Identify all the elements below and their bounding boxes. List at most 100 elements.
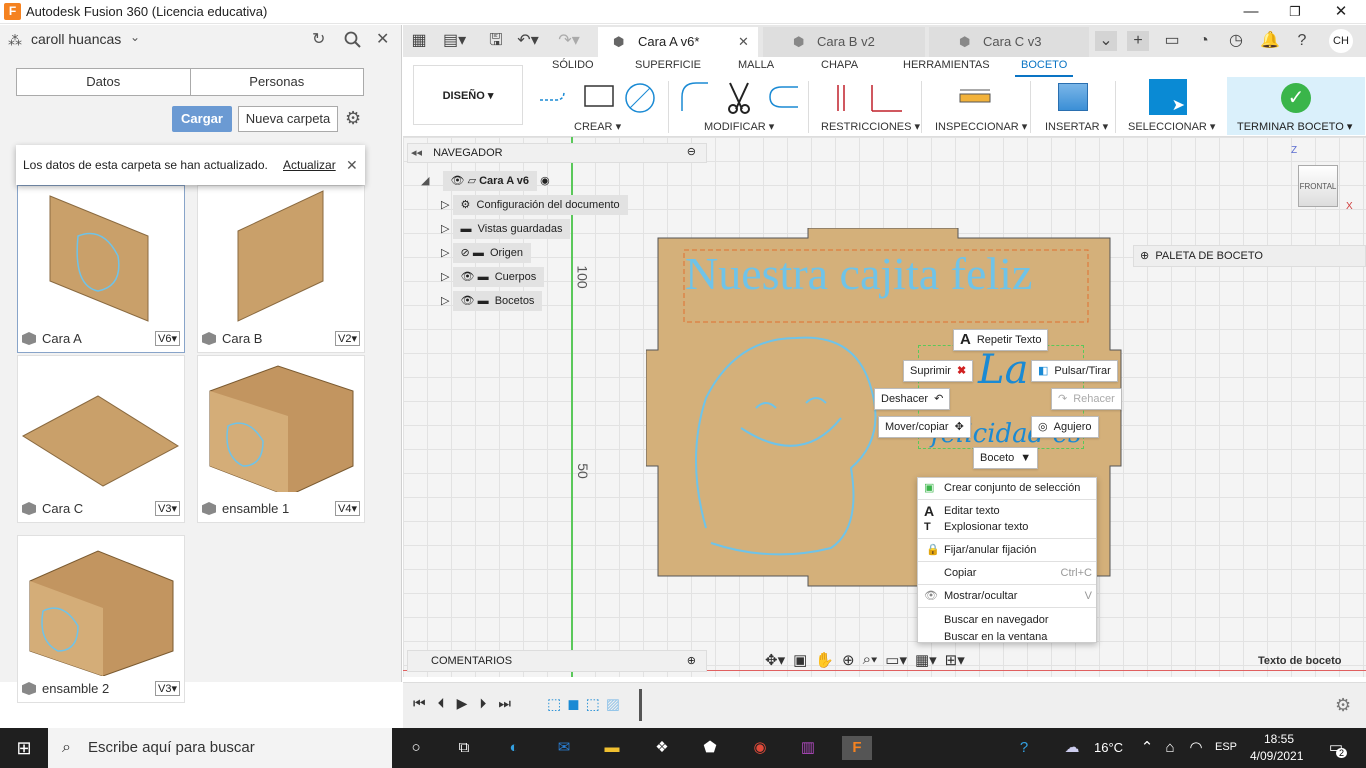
update-link[interactable]: Actualizar [283,145,336,185]
timeline-settings-gear-icon[interactable]: ⚙ [1335,695,1351,716]
wifi-icon[interactable]: ◠ [1184,736,1208,760]
comments-icon[interactable]: ▭ [1161,31,1183,51]
version-badge[interactable]: V3▾ [155,501,180,516]
view-cube[interactable]: FRONTAL [1298,165,1338,207]
activate-radio-icon[interactable]: ◉ [540,175,550,187]
collapse-icon[interactable]: ◂◂ [411,147,422,159]
design-canvas[interactable]: 100 50 Nuestra cajita feliz La felicidad… [403,137,1366,677]
tray-chevron-icon[interactable]: ⌃ [1135,736,1159,760]
close-toast-icon[interactable]: ✕ [346,145,358,185]
close-panel-icon[interactable]: ✕ [376,29,389,49]
file-menu-icon[interactable]: ▤▾ [443,31,466,51]
move-copy-button[interactable]: Mover/copiar ✥ [878,416,971,438]
hole-button[interactable]: ◎ Agujero [1031,416,1099,438]
select-arrow-icon[interactable]: ➤ [1149,79,1187,115]
navigator-item[interactable]: ▷ ▬ Vistas guardadas [441,219,571,239]
chrome-icon[interactable]: ◉ [748,736,772,760]
file-card-cara-a[interactable]: Cara A V6▾ [17,185,185,353]
plus-circle-icon[interactable]: ⊕ [687,651,696,671]
version-badge[interactable]: V3▾ [155,681,180,696]
navigator-header[interactable]: ◂◂ NAVEGADOR ⊖ [407,143,707,163]
user-avatar[interactable]: CH [1329,29,1353,53]
file-card-ensamble-2[interactable]: ensamble 2 V3▾ [17,535,185,703]
menu-item-find-in-window[interactable]: Buscar en la ventana [918,627,1096,647]
tab-solido[interactable]: SÓLIDO [552,59,594,71]
version-badge[interactable]: V6▾ [155,331,180,346]
tab-herramientas[interactable]: HERRAMIENTAS [903,59,990,71]
tab-superficie[interactable]: SUPERFICIE [635,59,701,71]
dropbox-icon[interactable]: ❖ [650,736,674,760]
navigator-item[interactable]: ▷ 👁 ▬ Bocetos [441,291,543,311]
help-circle-icon[interactable]: ? [1012,736,1036,760]
zoom-icon[interactable]: ⊕ [842,651,855,673]
look-at-icon[interactable]: ▣ [793,651,807,673]
search-icon[interactable] [344,31,362,52]
file-card-cara-b[interactable]: Cara B V2▾ [197,185,365,353]
inspect-menu[interactable]: INSPECCIONAR ▾ [935,120,1027,133]
close-tab-icon[interactable]: ✕ [738,27,749,57]
file-explorer-icon[interactable]: ▬ [600,736,624,760]
help-icon[interactable]: ? [1291,31,1313,51]
close-window-icon[interactable]: ✕ [1330,2,1352,22]
constraints-menu[interactable]: RESTRICCIONES ▾ [821,120,920,133]
minimize-icon[interactable]: — [1240,2,1262,22]
hidden-eye-icon[interactable]: ⊘ [461,247,470,259]
modify-menu[interactable]: MODIFICAR ▾ [704,120,774,133]
expand-arrow-icon[interactable]: ▷ [441,199,449,211]
delete-button[interactable]: Suprimir ✖ [903,360,974,382]
plus-circle-icon[interactable]: ⊕ [1140,250,1149,262]
mail-icon[interactable]: ✉ [552,736,576,760]
apps-grid-icon[interactable]: ▦ [408,31,430,51]
tab-malla[interactable]: MALLA [738,59,774,71]
chevron-down-icon[interactable]: ⌄ [130,30,140,44]
temperature[interactable]: 16°C [1094,740,1123,755]
expand-arrow-icon[interactable]: ▷ [441,271,449,283]
sketch-headline-text[interactable]: Nuestra cajita feliz [685,247,1032,300]
display-settings-icon[interactable]: ▭▾ [885,651,907,673]
tab-datos[interactable]: Datos [17,69,191,95]
minus-circle-icon[interactable]: ⊖ [687,143,696,161]
tab-cara-b[interactable]: ⬢ Cara B v2 [763,27,925,57]
navigator-item[interactable]: ▷ 👁 ▬ Cuerpos [441,267,545,287]
step-back-icon[interactable]: ⏴ [438,695,445,712]
save-icon[interactable]: 🖫 [485,31,507,51]
sketch-feature-icon[interactable]: ⬚ [586,695,600,713]
redo-button[interactable]: ↷ Rehacer [1051,388,1122,410]
comments-header[interactable]: COMENTARIOS ⊕ [407,650,707,672]
expand-arrow-icon[interactable]: ▷ [441,295,449,307]
go-to-start-icon[interactable]: ⏮ [413,695,426,712]
expand-arrow-icon[interactable]: ▷ [441,223,449,235]
grid-settings-icon[interactable]: ▦▾ [915,651,937,673]
workspace-selector[interactable]: DISEÑO ▾ [413,65,523,125]
undo-icon[interactable]: ↶▾ [517,31,539,51]
tab-chapa[interactable]: CHAPA [821,59,858,71]
notifications-icon[interactable]: 🔔 [1259,31,1281,51]
menu-item-copy[interactable]: Copiar Ctrl+C [918,563,1096,583]
pan-hand-icon[interactable]: ✋ [815,651,834,673]
orbit-icon[interactable]: ✥▾ [765,651,785,673]
viewports-icon[interactable]: ⊞▾ [945,651,965,673]
sketch-palette-header[interactable]: ⊕ PALETA DE BOCETO [1133,245,1366,267]
step-forward-icon[interactable]: ⏵ [479,695,486,712]
winrar-icon[interactable]: ▥ [796,736,820,760]
go-to-end-icon[interactable]: ⏭ [498,695,511,712]
undo-button[interactable]: Deshacer ↶ [874,388,951,410]
eye-icon[interactable]: 👁 [461,271,475,283]
pushpull-button[interactable]: ◧ Pulsar/Tirar [1031,360,1118,382]
file-card-ensamble-1[interactable]: ensamble 1 V4▾ [197,355,365,523]
sketch-feature-icon[interactable]: ⬚ [547,695,561,713]
repeat-text-button[interactable]: A Repetir Texto [953,329,1049,351]
finish-sketch-button[interactable]: ✓ TERMINAR BOCETO ▾ [1227,77,1365,135]
tab-cara-a[interactable]: ⬢ Cara A v6* ✕ [598,27,758,57]
sketch-submenu-button[interactable]: Boceto ▼ [973,447,1039,469]
menu-item-explode-text[interactable]: T Explosionar texto [918,517,1096,537]
tab-boceto[interactable]: BOCETO [1015,59,1074,77]
user-name[interactable]: caroll huancas [31,31,121,47]
eye-icon[interactable]: 👁 [451,175,465,187]
expand-arrow-icon[interactable]: ▷ [441,247,449,259]
modify-tools-icon[interactable] [678,79,808,115]
refresh-icon[interactable]: ↻ [312,29,325,49]
extrude-feature-icon[interactable]: ◼ [567,695,579,713]
select-menu[interactable]: SELECCIONAR ▾ [1128,120,1215,133]
network-icon[interactable]: ⌂ [1158,736,1182,760]
